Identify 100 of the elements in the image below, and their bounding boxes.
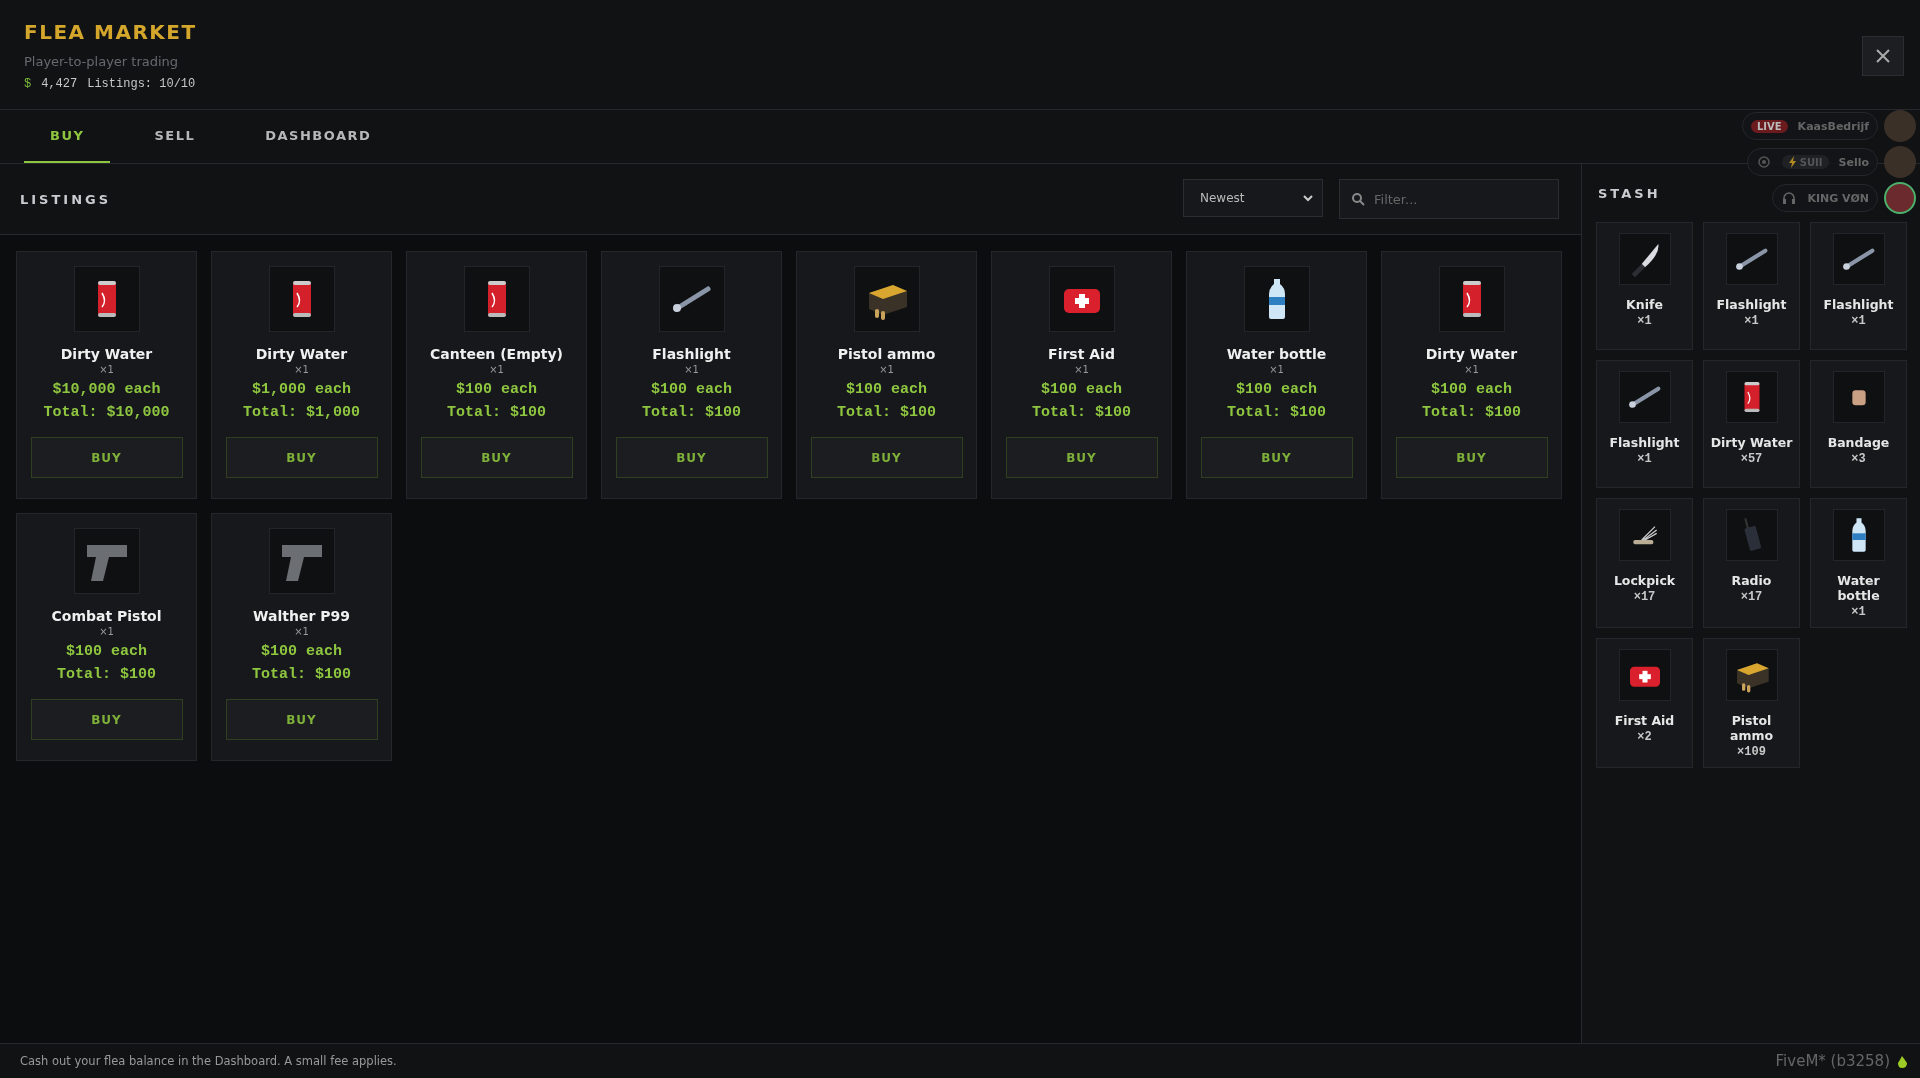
item-quantity: ×1 [99,364,114,375]
stash-item[interactable]: Flashlight ×1 [1810,222,1907,350]
listings-count: Listings: 10/10 [87,77,196,91]
item-quantity: ×17 [1633,590,1656,604]
item-name: Dirty Water [1425,346,1518,362]
item-price: $100 each [1041,381,1122,398]
item-total: Total: $1,000 [243,404,360,421]
item-quantity: ×1 [1074,364,1089,375]
item-quantity: ×1 [294,364,309,375]
item-quantity: ×1 [1744,314,1759,328]
footer-hint: Cash out your flea balance in the Dashboard. A small fee applies. [20,1054,397,1068]
item-total: Total: $100 [252,666,351,683]
item-name: First Aid [1614,713,1675,728]
item-total: Total: $100 [1227,404,1326,421]
item-total: Total: $100 [447,404,546,421]
build-label: FiveM* (b3258) [1775,1052,1890,1070]
item-quantity: ×1 [1269,364,1284,375]
buy-button[interactable]: BUY [1005,437,1158,478]
item-name: Dirty Water [1710,435,1793,450]
buy-button[interactable]: BUY [420,437,573,478]
buy-button[interactable]: BUY [810,437,963,478]
search-icon [1351,192,1365,206]
buy-button[interactable]: BUY [1200,437,1353,478]
item-name: Dirty Water [255,346,348,362]
stash-item[interactable]: Knife ×1 [1596,222,1693,350]
item-quantity: ×3 [1851,452,1866,466]
buy-button[interactable]: BUY [615,437,768,478]
item-name: Flashlight [1609,435,1680,450]
app-subtitle: Player-to-player trading [24,54,180,69]
sort-dropdown[interactable]: Newest [1183,179,1323,217]
item-name: Pistol ammo [837,346,936,362]
item-name: Flashlight [1823,297,1894,312]
item-total: Total: $100 [837,404,936,421]
item-name: Combat Pistol [51,608,162,624]
item-name: Lockpick [1613,573,1676,588]
item-quantity: ×1 [99,626,114,637]
stash-item[interactable]: Flashlight ×1 [1703,222,1800,350]
tab[interactable]: SELL [128,110,222,163]
item-price: $100 each [261,643,342,660]
tab[interactable]: DASHBOARD [239,110,398,163]
item-quantity: ×109 [1737,745,1766,759]
buy-button[interactable]: BUY [225,699,378,740]
item-total: Total: $100 [642,404,741,421]
live-badge: LIVE [1750,119,1788,133]
item-name: Flashlight [1716,297,1787,312]
item-total: Total: $100 [57,666,156,683]
item-quantity: ×57 [1740,452,1763,466]
item-total: Total: $100 [1422,404,1521,421]
item-name: First Aid [1048,346,1115,362]
stash-item[interactable]: Lockpick ×17 [1596,498,1693,628]
stash-item[interactable]: Bandage ×3 [1810,360,1907,488]
chevron-down-icon [1302,194,1314,202]
item-name: Radio [1731,573,1772,588]
item-price: $10,000 each [52,381,161,398]
buy-button[interactable]: BUY [30,437,183,478]
item-quantity: ×1 [879,364,894,375]
item-name: Walther P99 [253,608,350,624]
item-quantity: ×1 [1851,314,1866,328]
item-quantity: ×1 [294,626,309,637]
item-price: $100 each [651,381,732,398]
item-quantity: ×1 [1637,452,1652,466]
item-name: Pistol ammo [1728,713,1775,743]
item-quantity: ×1 [1637,314,1652,328]
lightning-icon [1787,156,1798,168]
section-title: STASH [1597,184,1661,203]
item-name: Dirty Water [60,346,153,362]
buy-button[interactable]: BUY [1395,437,1548,478]
item-name: Water bottle [1226,346,1327,362]
section-title: LISTINGS [20,191,112,207]
item-name: Canteen (Empty) [430,346,563,362]
item-name: Knife [1626,297,1663,312]
headset-icon [1781,190,1798,206]
player-name: KaasBedrijf [1797,119,1869,133]
item-name: Bandage [1827,435,1890,450]
item-quantity: ×1 [1851,605,1866,619]
item-price: $100 each [1236,381,1317,398]
item-price: $100 each [846,381,927,398]
item-price: $100 each [66,643,147,660]
stash-item[interactable]: Dirty Water ×57 [1703,360,1800,488]
stash-item[interactable]: Radio ×17 [1703,498,1800,628]
item-quantity: ×2 [1637,730,1652,744]
player-name: KING VØN [1807,191,1869,205]
stash-item[interactable]: Water bottle ×1 [1810,498,1907,628]
item-quantity: ×1 [1464,364,1479,375]
stash-item[interactable]: First Aid ×2 [1596,638,1693,768]
item-total: Total: $100 [1032,404,1131,421]
balance-value: 4,427 [41,77,78,91]
item-name: Flashlight [652,346,731,362]
filter-field[interactable]: Filter... [1339,179,1559,219]
item-quantity: ×1 [489,364,504,375]
stash-item[interactable]: Pistol ammo ×109 [1703,638,1800,768]
currency-symbol: $ [24,77,32,91]
close-button[interactable] [1862,36,1904,76]
stash-item[interactable]: Flashlight ×1 [1596,360,1693,488]
buy-button[interactable]: BUY [30,699,183,740]
player-name: Sello [1838,155,1869,169]
item-quantity: ×1 [684,364,699,375]
close-icon [1875,48,1891,64]
item-name: Water bottle [1836,573,1881,603]
buy-button[interactable]: BUY [225,437,378,478]
